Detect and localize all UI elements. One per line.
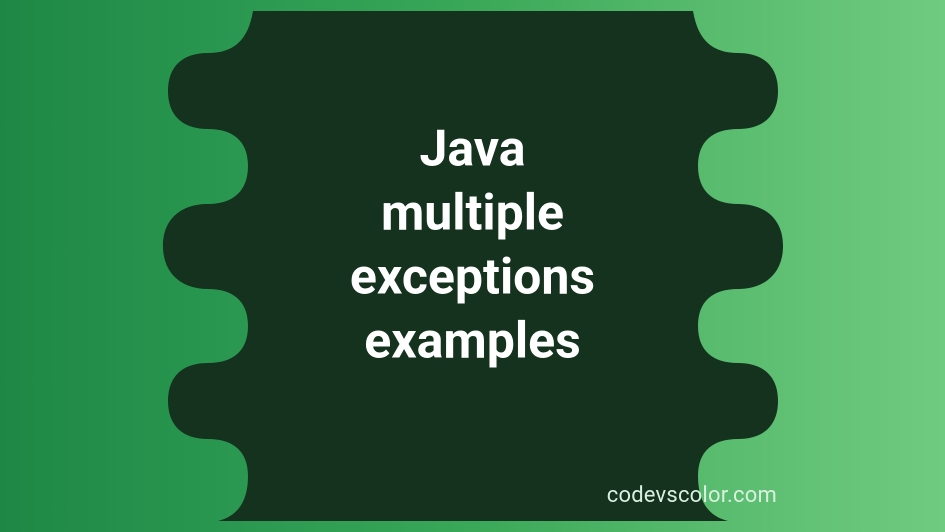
banner-title: Java multiple exceptions examples: [350, 118, 595, 374]
banner-canvas: Java multiple exceptions examples codevs…: [0, 0, 945, 532]
watermark-text: codevscolor.com: [607, 483, 777, 508]
